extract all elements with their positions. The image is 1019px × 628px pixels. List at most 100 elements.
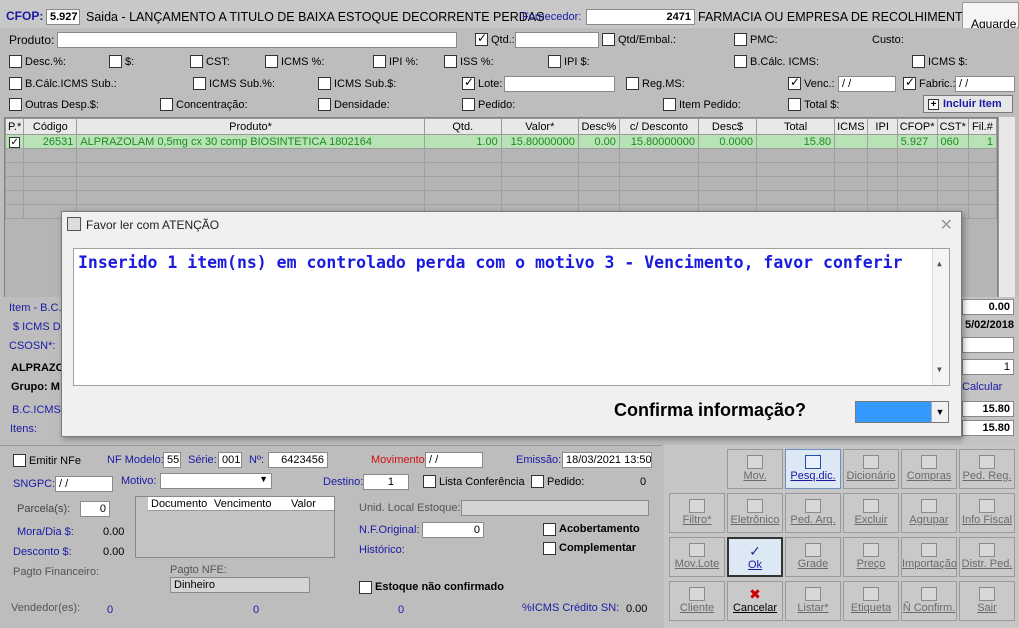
col-header[interactable]: ICMS (834, 118, 868, 135)
pesq-dic-button[interactable]: Pesq.dic. (785, 449, 841, 489)
densidade-checkbox[interactable] (318, 98, 331, 111)
emitir-nfe-checkbox[interactable] (13, 454, 26, 467)
close-icon[interactable]: ✕ (940, 215, 953, 235)
pedido-checkbox[interactable] (462, 98, 475, 111)
lote-checkbox[interactable] (462, 75, 475, 90)
item-pedido-checkbox[interactable] (663, 98, 676, 111)
cst-checkbox[interactable] (190, 55, 203, 68)
table-row[interactable] (4, 176, 998, 191)
incluir-item-button[interactable]: + Incluir Item (923, 95, 1013, 113)
bc-icms-checkbox[interactable] (734, 55, 747, 68)
fornecedor-field[interactable]: 2471 (586, 9, 695, 25)
sair-button[interactable]: Sair (959, 581, 1015, 621)
col-header[interactable]: Desc% (577, 118, 620, 135)
total-checkbox[interactable] (788, 98, 801, 111)
filtro-button[interactable]: Filtro* (669, 493, 725, 533)
mov-button[interactable]: Mov. (727, 449, 783, 489)
dicionario-button[interactable]: Dicionário (843, 449, 899, 489)
agrupar-button[interactable]: Agrupar (901, 493, 957, 533)
serie-input[interactable]: 001 (218, 452, 242, 468)
qtd-checkbox[interactable] (475, 31, 488, 46)
row-checkbox[interactable]: ✓ (4, 134, 25, 149)
compras-button[interactable]: Compras (901, 449, 957, 489)
reg-ms-checkbox[interactable] (626, 77, 639, 90)
estoque-checkbox[interactable] (359, 581, 372, 594)
confirm-select[interactable]: ▼ (855, 401, 949, 423)
col-header[interactable]: CST* (936, 118, 969, 135)
dollar-checkbox[interactable] (109, 55, 122, 68)
nf-modelo-input[interactable]: 55 (163, 452, 181, 468)
scroll-down-icon[interactable]: ▼ (937, 359, 942, 381)
nao-confirm-button[interactable]: Ñ Confirm. (901, 581, 957, 621)
sngpc-input[interactable]: / / (55, 476, 113, 492)
grid-scrollbar[interactable] (998, 117, 1015, 307)
lote-input[interactable] (504, 76, 615, 92)
col-header[interactable]: Produto* (76, 118, 425, 135)
ipi-val-checkbox[interactable] (548, 55, 561, 68)
summary-field[interactable] (962, 337, 1014, 353)
pagto-nfe-select[interactable]: Dinheiro (170, 577, 310, 593)
icms-pct-checkbox[interactable] (265, 55, 278, 68)
quantity-stepper[interactable]: 1 (962, 359, 1014, 375)
ped-arq-button[interactable]: Ped. Arq. (785, 493, 841, 533)
icms-sub-val-checkbox[interactable] (318, 77, 331, 90)
grade-button[interactable]: Grade (785, 537, 841, 577)
outras-desp-checkbox[interactable] (9, 98, 22, 111)
ipi-pct-checkbox[interactable] (373, 55, 386, 68)
table-row[interactable] (4, 190, 998, 205)
table-row[interactable]: ✓ 26531 ALPRAZOLAM 0,5mg cx 30 comp BIOS… (4, 134, 998, 149)
col-header[interactable]: Fil.# (967, 118, 998, 135)
produto-input[interactable] (57, 32, 457, 48)
icms-val-checkbox[interactable] (912, 55, 925, 68)
message-box[interactable]: Inserido 1 item(ns) em controlado perda … (73, 248, 950, 386)
lista-conferencia-checkbox[interactable] (423, 475, 436, 488)
distr-ped-button[interactable]: Distr. Ped. (959, 537, 1015, 577)
nf-original-input[interactable]: 0 (422, 522, 484, 538)
mov-lote-button[interactable]: Mov.Lote (669, 537, 725, 577)
qtd-input[interactable] (515, 32, 599, 48)
col-header[interactable]: CFOP* (896, 118, 938, 135)
qtd-embal-checkbox[interactable] (602, 33, 615, 46)
ok-button[interactable]: ✓ Ok (727, 537, 783, 577)
table-row[interactable] (4, 162, 998, 177)
col-header[interactable]: Qtd. (423, 118, 502, 135)
listar-button[interactable]: Listar* (785, 581, 841, 621)
pedido-bottom-checkbox[interactable] (531, 475, 544, 488)
icms-sub-pct-checkbox[interactable] (193, 77, 206, 90)
venc-input[interactable]: / / (838, 76, 896, 92)
venc-checkbox[interactable] (788, 75, 801, 90)
acobertamento-checkbox[interactable] (543, 523, 556, 536)
desc-pct-checkbox[interactable] (9, 55, 22, 68)
eletronico-button[interactable]: Eletrônico (727, 493, 783, 533)
table-row[interactable] (4, 148, 998, 163)
col-header[interactable]: Desc$ (697, 118, 758, 135)
complementar-checkbox[interactable] (543, 542, 556, 555)
col-header[interactable]: P.* (4, 118, 25, 135)
chevron-down-icon[interactable]: ▼ (931, 402, 948, 422)
etiqueta-button[interactable]: Etiqueta (843, 581, 899, 621)
preco-button[interactable]: Preço (843, 537, 899, 577)
fabric-checkbox[interactable] (903, 75, 916, 90)
movimento-input[interactable]: / / (425, 452, 483, 468)
destino-stepper[interactable]: 1 (363, 474, 409, 490)
numero-input[interactable]: 6423456 (268, 452, 328, 468)
scroll-up-icon[interactable]: ▲ (937, 253, 942, 275)
fabric-input[interactable]: / / (955, 76, 1015, 92)
col-header[interactable]: c/ Desconto (618, 118, 699, 135)
calcular-button[interactable]: Calcular (962, 381, 1002, 393)
message-scrollbar[interactable]: ▲ ▼ (932, 249, 949, 385)
cancelar-button[interactable]: ✖ Cancelar (727, 581, 783, 621)
cliente-button[interactable]: Cliente (669, 581, 725, 621)
col-header[interactable]: Código (23, 118, 78, 135)
concentracao-checkbox[interactable] (160, 98, 173, 111)
excluir-button[interactable]: Excluir (843, 493, 899, 533)
pmc-checkbox[interactable] (734, 33, 747, 46)
emissao-input[interactable]: 18/03/2021 13:50 (562, 452, 652, 468)
col-header[interactable]: Valor* (500, 118, 579, 135)
col-header[interactable]: IPI (866, 118, 898, 135)
motivo-select[interactable]: ▼ (160, 473, 272, 489)
ped-reg-button[interactable]: Ped. Reg. (959, 449, 1015, 489)
iss-pct-checkbox[interactable] (444, 55, 457, 68)
col-header[interactable]: Total (756, 118, 836, 135)
parcelas-table[interactable]: Documento Vencimento Valor (135, 496, 335, 558)
